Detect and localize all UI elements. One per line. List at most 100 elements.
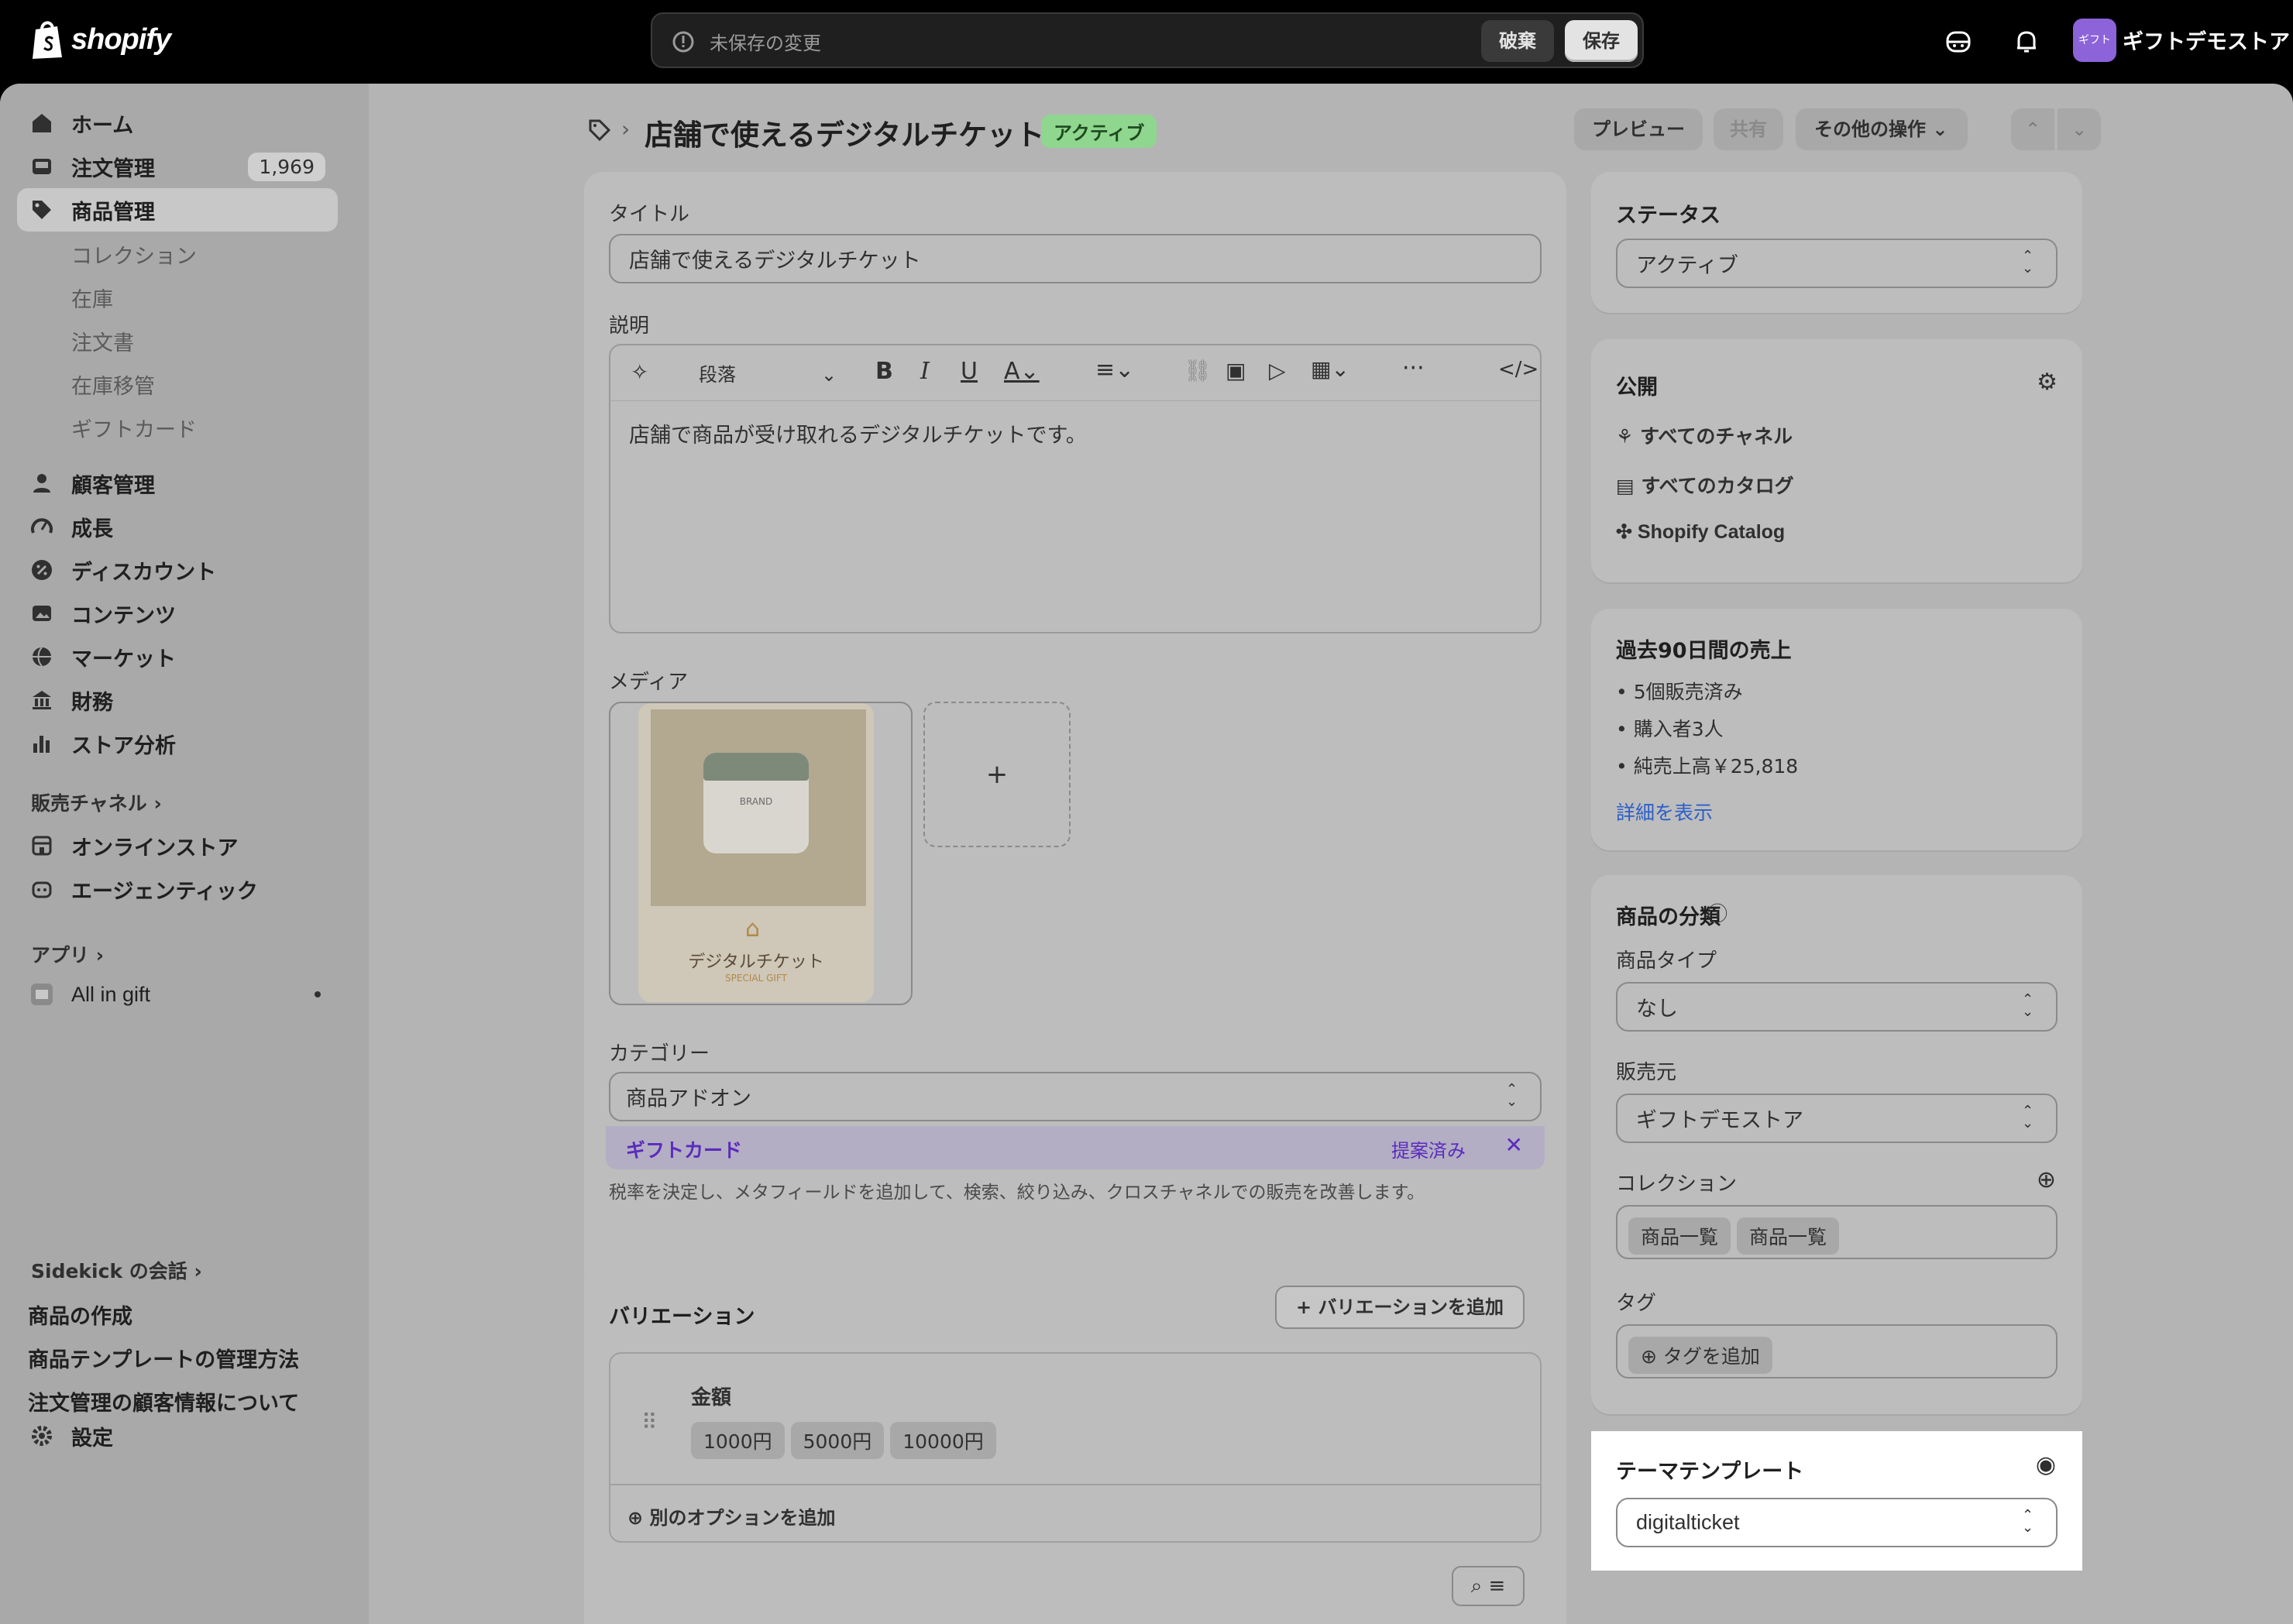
add-media-button[interactable]: + <box>923 702 1071 847</box>
description-editor[interactable]: ✧ 段落 ⌄ B I U A⌄ ≡⌄ ⛓ ▣ ▷ ▦⌄ ··· </> 店舗で商品… <box>609 344 1542 633</box>
link-icon[interactable]: ⛓ <box>1184 358 1212 383</box>
product-details-card: タイトル 店舗で使えるデジタルチケット 説明 ✧ 段落 ⌄ B I U A⌄ ≡⌄… <box>584 172 1566 1317</box>
italic-icon[interactable]: I <box>920 358 930 385</box>
magic-icon[interactable]: ✧ <box>631 359 648 385</box>
page-title: 店舗で使えるデジタルチケット <box>645 118 1045 152</box>
theme-template-select[interactable]: digitalticket ⌃ ⌄ <box>1616 1498 2058 1547</box>
sales-item: 購入者3人 <box>1633 718 1724 740</box>
plus-icon: + <box>1296 1296 1318 1318</box>
tags-field[interactable]: ⊕ タグを追加 <box>1616 1324 2058 1379</box>
sidebar-item-home[interactable]: ホーム <box>17 101 338 145</box>
align-icon[interactable]: ≡⌄ <box>1095 356 1134 383</box>
eye-icon[interactable]: ◉ <box>2036 1451 2056 1478</box>
add-tag-button[interactable]: ⊕ タグを追加 <box>1628 1337 1779 1374</box>
sidebar-item-orders[interactable]: 注文管理 1,969 <box>17 145 338 188</box>
settings-sliders-icon[interactable]: ⚙ <box>2037 369 2058 396</box>
sidekick-icon[interactable] <box>1943 26 1974 57</box>
sidebar-item-label: エージェンティック <box>71 879 258 904</box>
collections-field[interactable]: 商品一覧 商品一覧 <box>1616 1205 2058 1259</box>
sidebar-item-customers[interactable]: 顧客管理 <box>17 462 338 505</box>
apps-heading[interactable]: アプリ › <box>31 940 104 968</box>
store-avatar[interactable]: ギフト <box>2073 19 2116 62</box>
sidebar-item-online-store[interactable]: オンラインストア <box>17 824 338 867</box>
search-filter-button[interactable]: ⌕ ≡ <box>1452 1566 1525 1606</box>
next-product-button[interactable]: ⌄ <box>2058 108 2101 150</box>
shopify-logo[interactable]: shopify <box>29 19 171 60</box>
bold-icon[interactable]: B <box>875 358 893 385</box>
sidebar-subitem-transfers[interactable]: 在庫移管 <box>71 369 155 400</box>
sidebar-item-all-in-gift[interactable]: All in gift <box>17 973 338 1016</box>
sidebar-item-agentic[interactable]: エージェンティック <box>17 867 338 911</box>
publishing-heading: 公開 <box>1616 376 1658 400</box>
product-type-select[interactable]: なし ⌃ ⌄ <box>1616 982 2058 1032</box>
discard-button[interactable]: 破棄 <box>1481 20 1554 62</box>
paragraph-select[interactable]: 段落 ⌄ <box>699 359 837 386</box>
select-arrows-icon: ⌃ ⌄ <box>2022 1103 2034 1131</box>
status-select[interactable]: アクティブ ⌃ ⌄ <box>1616 239 2058 288</box>
help-link-create-product[interactable]: 商品の作成 <box>28 1300 132 1330</box>
chevron-down-icon: ⌄ <box>821 364 837 386</box>
select-arrows-icon: ⌃ ⌄ <box>2022 248 2034 276</box>
publishing-item[interactable]: ⚘ すべてのチャネル <box>1616 421 1793 449</box>
save-button[interactable]: 保存 <box>1565 20 1638 62</box>
sidebar-item-content[interactable]: コンテンツ <box>17 592 338 635</box>
sales-channels-heading[interactable]: 販売チャネル › <box>31 788 162 816</box>
info-icon[interactable]: ⓘ <box>1707 898 1727 927</box>
publishing-item[interactable]: ✣ Shopify Catalog <box>1616 520 1785 544</box>
variants-card: バリエーション + バリエーションを追加 ⠿ 金額 1000円 5000円 1000… <box>584 1256 1566 1624</box>
chevron-down-icon: ⌄ <box>1932 118 1948 140</box>
sales-details-link[interactable]: 詳細を表示 <box>1616 798 1713 826</box>
store-name[interactable]: ギフトデモストア <box>2123 25 2290 55</box>
preview-button[interactable]: プレビュー <box>1574 108 1703 150</box>
sidebar-item-analytics[interactable]: ストア分析 <box>17 722 338 765</box>
close-icon[interactable]: ✕ <box>1505 1132 1523 1158</box>
text-color-icon[interactable]: A⌄ <box>1004 358 1040 385</box>
sales-item: 純売上高￥25,818 <box>1633 755 1799 778</box>
bell-icon[interactable] <box>2011 26 2042 57</box>
sidebar-item-growth[interactable]: 成長 <box>17 505 338 548</box>
sidebar-subitem-gift-cards[interactable]: ギフトカード <box>71 413 197 443</box>
suggested-category[interactable]: ギフトカード <box>626 1135 742 1163</box>
sidebar-item-discounts[interactable]: ディスカウント <box>17 548 338 592</box>
drag-handle-icon[interactable]: ⠿ <box>641 1409 658 1435</box>
help-link-template-management[interactable]: 商品テンプレートの管理方法 <box>28 1343 299 1373</box>
code-icon[interactable]: </> <box>1498 358 1538 381</box>
more-icon[interactable]: ··· <box>1402 355 1425 382</box>
sidebar-subitem-purchase-orders[interactable]: 注文書 <box>71 326 134 356</box>
person-icon <box>33 474 50 493</box>
description-text: 店舗で商品が受け取れるデジタルチケットです。 <box>629 424 1087 448</box>
media-thumbnail[interactable]: BRAND ⌂ デジタルチケット SPECIAL GIFT <box>609 702 913 1005</box>
jar-brand-text: BRAND <box>739 796 773 807</box>
underline-icon[interactable]: U <box>961 358 978 385</box>
publishing-item[interactable]: ▤ すべてのカタログ <box>1616 471 1794 499</box>
add-option-button[interactable]: ⊕ 別のオプションを追加 <box>627 1502 835 1530</box>
tag-icon[interactable] <box>587 118 612 142</box>
ticket-image: BRAND ⌂ デジタルチケット SPECIAL GIFT <box>638 703 874 1002</box>
collections-label: コレクション <box>1616 1173 1738 1196</box>
sidebar-subitem-collections[interactable]: コレクション <box>71 239 197 270</box>
sidebar-item-products[interactable]: 商品管理 <box>17 188 338 232</box>
add-variant-button[interactable]: + バリエーションを追加 <box>1275 1286 1525 1329</box>
option-value: 5000円 <box>790 1422 885 1459</box>
add-collection-icon[interactable]: ⊕ <box>2037 1166 2056 1193</box>
sidekick-heading[interactable]: Sidekick の会話 › <box>31 1256 202 1284</box>
variant-option: ⠿ 金額 1000円 5000円 10000円 ⊕ 別のオプションを追加 <box>609 1352 1542 1543</box>
title-input[interactable]: 店舗で使えるデジタルチケット <box>609 234 1542 283</box>
more-actions-button[interactable]: その他の操作 ⌄ <box>1796 108 1968 150</box>
image-insert-icon[interactable]: ▣ <box>1226 358 1246 383</box>
category-select[interactable]: 商品アドオン ⌃ ⌄ <box>609 1072 1542 1121</box>
previous-product-button[interactable]: ⌃ <box>2011 108 2054 150</box>
sidebar-item-settings[interactable]: 設定 <box>17 1414 338 1457</box>
paragraph-label: 段落 <box>699 364 736 386</box>
table-icon[interactable]: ▦⌄ <box>1311 356 1349 382</box>
vendor-select[interactable]: ギフトデモストア ⌃ ⌄ <box>1616 1094 2058 1143</box>
sidebar-item-label: マーケット <box>71 647 176 671</box>
app-icon <box>31 984 53 1005</box>
sidebar-item-markets[interactable]: マーケット <box>17 635 338 678</box>
status-value: アクティブ <box>1636 253 1739 278</box>
share-button[interactable]: 共有 <box>1714 108 1783 150</box>
sidebar-item-finance[interactable]: 財務 <box>17 678 338 722</box>
video-icon[interactable]: ▷ <box>1269 358 1286 383</box>
sidebar-subitem-inventory[interactable]: 在庫 <box>71 283 113 313</box>
divider <box>610 1484 1540 1485</box>
